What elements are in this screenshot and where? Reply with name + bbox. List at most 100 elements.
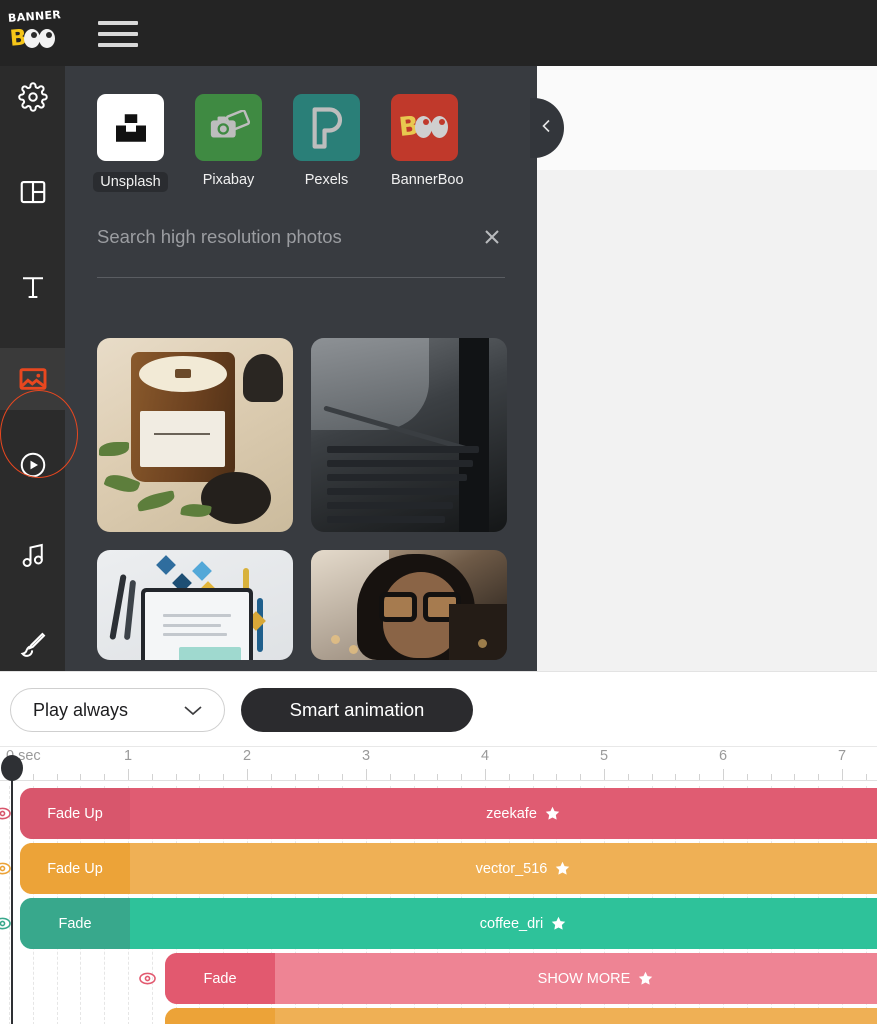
clip-name: vector_516: [475, 860, 548, 877]
timeline-clip[interactable]: [165, 1008, 877, 1024]
clip-body[interactable]: coffee_dri: [130, 898, 877, 949]
ruler-label: 2: [242, 748, 252, 764]
bannerboo-icon: B: [391, 94, 458, 161]
ruler-tick: [104, 774, 106, 780]
ruler-tick: [437, 774, 439, 780]
media-library-panel: Unsplash Pixabay Pexels B BannerBoo Sear…: [65, 66, 537, 671]
timeline-track: [0, 1006, 877, 1024]
timeline-playhead[interactable]: [1, 755, 23, 1024]
clip-name: zeekafe: [486, 805, 537, 822]
media-result-thumbnail[interactable]: [311, 338, 507, 532]
ruler-tick: [247, 769, 248, 780]
ruler-baseline: [0, 780, 877, 781]
close-icon[interactable]: [479, 224, 505, 250]
timeline-track: Fade coffee_dri: [0, 896, 877, 951]
ruler-tick: [556, 774, 558, 780]
eye-icon[interactable]: [137, 968, 157, 988]
sidebar-item-settings[interactable]: [0, 66, 65, 128]
logo-eye-right-icon: [39, 29, 55, 48]
ruler-tick: [175, 774, 177, 780]
ruler-tick: [770, 774, 772, 780]
timeline-track: Fade SHOW MORE: [0, 951, 877, 1006]
clip-body[interactable]: vector_516: [130, 843, 877, 894]
star-icon[interactable]: [544, 805, 561, 822]
play-icon: [18, 450, 48, 480]
timeline-clip[interactable]: Fade Up vector_516: [20, 843, 877, 894]
gear-icon: [17, 82, 48, 112]
canvas-banner-surface[interactable]: [537, 170, 877, 671]
playhead-line: [11, 777, 13, 1024]
ruler-tick: [746, 774, 748, 780]
media-results-grid: [97, 338, 509, 660]
timeline-clip[interactable]: Fade SHOW MORE: [165, 953, 877, 1004]
sidebar-item-text[interactable]: [0, 256, 65, 318]
canvas-area[interactable]: [537, 66, 877, 671]
timeline-track: Fade Up vector_516: [0, 841, 877, 896]
text-icon: [18, 272, 48, 302]
ruler-tick: [389, 774, 391, 780]
sidebar-item-image[interactable]: [0, 348, 65, 410]
pexels-icon: [293, 94, 360, 161]
media-result-thumbnail[interactable]: [311, 550, 507, 660]
ruler-tick: [294, 774, 296, 780]
clip-body[interactable]: [275, 1008, 877, 1024]
media-source-label: BannerBoo: [391, 172, 464, 188]
brush-icon: [18, 630, 48, 660]
chevron-down-icon: [182, 703, 204, 717]
ruler-label: 1: [123, 748, 133, 764]
ruler-tick: [508, 774, 510, 780]
ruler-tick: [485, 769, 486, 780]
ruler-tick: [580, 774, 582, 780]
timeline-panel: Play always Smart animation 0 sec 123456…: [0, 671, 877, 1024]
media-result-thumbnail[interactable]: [97, 338, 293, 532]
sidebar-item-video[interactable]: [0, 434, 65, 496]
ruler-tick: [627, 774, 629, 780]
media-source-pexels[interactable]: Pexels: [293, 94, 360, 192]
clip-animation-label[interactable]: Fade Up: [20, 788, 130, 839]
logo-eye-left-icon: [24, 29, 40, 48]
ruler-label: 6: [718, 748, 728, 764]
layout-icon: [18, 177, 48, 207]
sidebar-item-templates[interactable]: [0, 161, 65, 223]
smart-animation-button[interactable]: Smart animation: [241, 688, 473, 732]
ruler-tick: [723, 769, 724, 780]
media-source-unsplash[interactable]: Unsplash: [93, 94, 168, 192]
ruler-tick: [865, 774, 867, 780]
ruler-tick: [56, 774, 58, 780]
ruler-tick: [461, 774, 463, 780]
sidebar-item-draw[interactable]: [0, 614, 65, 676]
clip-animation-label[interactable]: Fade: [20, 898, 130, 949]
ruler-tick: [651, 774, 653, 780]
pixabay-icon: [195, 94, 262, 161]
clip-animation-label[interactable]: Fade: [165, 953, 275, 1004]
clip-animation-label[interactable]: [165, 1008, 275, 1024]
timeline-ruler[interactable]: 0 sec 1234567: [0, 748, 877, 786]
ruler-tick: [151, 774, 153, 780]
star-icon[interactable]: [637, 970, 654, 987]
star-icon[interactable]: [554, 860, 571, 877]
timeline-clip[interactable]: Fade Up zeekafe: [20, 788, 877, 839]
clip-body[interactable]: zeekafe: [130, 788, 877, 839]
ruler-label: 7: [837, 748, 847, 764]
bannerboo-editor: BANNER B Unsplash Pixabay Pexels B Banne…: [0, 0, 877, 1024]
play-mode-dropdown[interactable]: Play always: [10, 688, 225, 732]
sidebar-item-audio[interactable]: [0, 524, 65, 586]
media-source-pixabay[interactable]: Pixabay: [195, 94, 262, 192]
ruler-tick: [413, 774, 415, 780]
ruler-tick: [199, 774, 201, 780]
search-input[interactable]: [97, 224, 479, 250]
ruler-tick: [818, 774, 820, 780]
ruler-tick: [675, 774, 677, 780]
clip-animation-label[interactable]: Fade Up: [20, 843, 130, 894]
clip-name: SHOW MORE: [537, 970, 631, 987]
app-logo[interactable]: BANNER B: [6, 8, 62, 58]
clip-body[interactable]: SHOW MORE: [275, 953, 877, 1004]
timeline-clip[interactable]: Fade coffee_dri: [20, 898, 877, 949]
ruler-label: 4: [480, 748, 490, 764]
timeline-track: Fade Up zeekafe: [0, 786, 877, 841]
ruler-label: 3: [361, 748, 371, 764]
media-source-bannerboo[interactable]: B BannerBoo: [391, 94, 464, 192]
star-icon[interactable]: [550, 915, 567, 932]
hamburger-menu-icon[interactable]: [98, 18, 138, 48]
media-result-thumbnail[interactable]: [97, 550, 293, 660]
